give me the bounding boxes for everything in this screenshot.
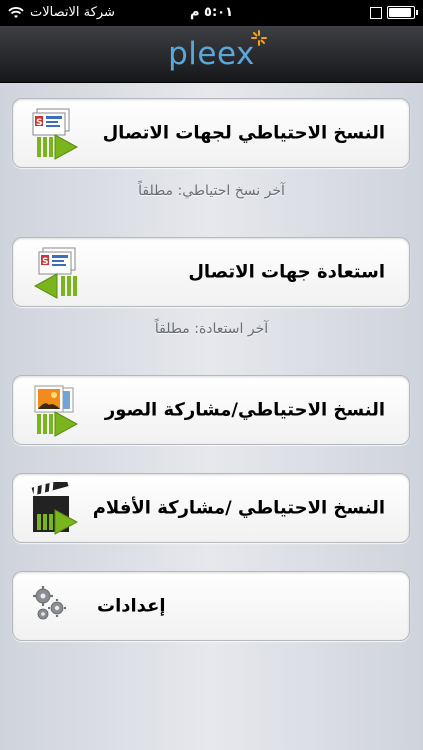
restore-contacts-button[interactable]: S استعادة جهات الاتصال [12, 237, 410, 307]
backup-contacts-button[interactable]: S النسخ الاحتياطي لجهات الاتصال [12, 98, 410, 168]
battery-icon [387, 6, 418, 19]
backup-contacts-label: النسخ الاحتياطي لجهات الاتصال [102, 122, 385, 144]
gears-icon [33, 586, 66, 620]
svg-text:S: S [36, 118, 42, 128]
movies-label: النسخ الاحتياطي /مشاركة الأفلام [92, 497, 385, 519]
logo-spark-icon [250, 30, 267, 46]
lock-rotation-icon [370, 6, 382, 19]
restore-contacts-label: استعادة جهات الاتصال [188, 261, 385, 283]
status-bar: شركة الاتصالات ٥:٠١ م [0, 0, 423, 26]
contacts-backup-icon: S [32, 108, 79, 160]
settings-label: إعدادات [97, 595, 166, 617]
last-backup-caption: آخر نسخ احتياطي: مطلقاً [138, 183, 285, 199]
movies-share-icon [31, 482, 79, 535]
photos-backup-share-button[interactable]: النسخ الاحتياطي/مشاركة الصور [12, 375, 410, 445]
status-right [370, 6, 418, 19]
status-time: ٥:٠١ م [189, 5, 234, 20]
main-content: S النسخ الاحتياطي لجهات الاتصال آخر نسخ … [0, 83, 423, 750]
photos-label: النسخ الاحتياطي/مشاركة الصور [104, 399, 385, 421]
nav-bar: pleex [0, 26, 423, 83]
settings-button[interactable]: إعدادات [12, 571, 410, 641]
logo-text: pleex [168, 36, 255, 72]
pleex-logo: pleex [168, 30, 267, 72]
svg-text:S: S [42, 257, 48, 267]
photos-share-icon [34, 385, 79, 437]
movies-backup-share-button[interactable]: النسخ الاحتياطي /مشاركة الأفلام [12, 473, 410, 543]
last-restore-caption: آخر استعادة: مطلقاً [154, 321, 269, 337]
contacts-restore-icon: S [33, 247, 77, 299]
